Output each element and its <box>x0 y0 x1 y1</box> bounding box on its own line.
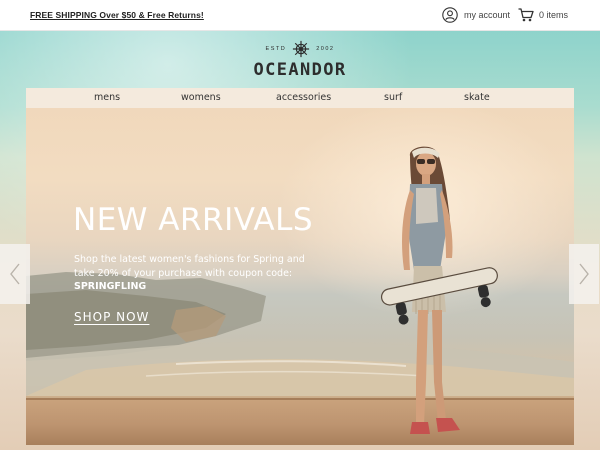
model-with-skateboard <box>380 146 498 434</box>
hero-text-line-1: Shop the latest women's fashions for Spr… <box>74 254 305 265</box>
site-logo[interactable]: ESTD 2002 OCEANDOR <box>0 40 600 80</box>
my-account-label: my account <box>464 10 511 20</box>
cart-link[interactable]: 0 items <box>518 6 568 24</box>
hero-description: Shop the latest women's fashions for Spr… <box>74 253 324 294</box>
nav-item-womens[interactable]: womens <box>181 92 221 103</box>
logo-year: 2002 <box>316 46 335 52</box>
shop-now-link[interactable]: SHOP NOW <box>74 310 149 324</box>
hero-text-line-2: take 20% of your purchase with coupon co… <box>74 267 293 279</box>
top-bar: FREE SHIPPING Over $50 & Free Returns! m… <box>0 0 600 31</box>
coupon-code: SPRINGFLING <box>74 281 147 292</box>
cart-count-label: 0 items <box>539 10 569 20</box>
carousel-next-button[interactable] <box>569 244 599 304</box>
hero-title: NEW ARRIVALS <box>73 202 314 238</box>
my-account-link[interactable]: my account <box>442 6 510 24</box>
nav-item-mens[interactable]: mens <box>94 92 120 103</box>
user-icon <box>442 7 458 23</box>
free-shipping-link[interactable]: FREE SHIPPING Over $50 & Free Returns! <box>30 10 204 20</box>
chevron-right-icon <box>579 263 589 285</box>
brand-name: OCEANDOR <box>253 60 347 80</box>
ship-wheel-icon <box>293 40 310 58</box>
carousel-prev-button[interactable] <box>0 244 30 304</box>
cart-icon <box>518 8 534 22</box>
logo-estd: ESTD <box>265 46 287 52</box>
nav-item-surf[interactable]: surf <box>384 92 402 103</box>
main-nav: mens womens accessories surf skate <box>26 88 574 108</box>
nav-item-accessories[interactable]: accessories <box>276 92 331 103</box>
chevron-left-icon <box>10 263 20 285</box>
nav-item-skate[interactable]: skate <box>464 92 490 103</box>
